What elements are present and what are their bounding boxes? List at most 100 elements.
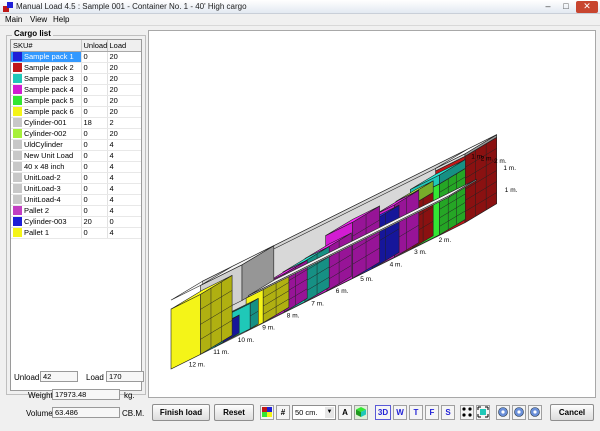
header-load[interactable]: Load bbox=[107, 40, 141, 52]
menu-help[interactable]: Help bbox=[53, 15, 69, 24]
cargo-name-cell[interactable]: Cylinder-002 bbox=[11, 128, 82, 140]
cargo-load-cell[interactable]: 20 bbox=[107, 128, 141, 140]
cargo-load-cell[interactable]: 20 bbox=[107, 84, 141, 96]
view-s-button[interactable]: S bbox=[441, 405, 455, 420]
header-sku[interactable]: SKU# bbox=[11, 40, 82, 52]
cargo-name-cell[interactable]: UnitLoad-3 bbox=[11, 183, 82, 195]
cargo-name: UnitLoad-2 bbox=[24, 172, 61, 182]
fit-view-icon[interactable] bbox=[476, 405, 490, 420]
text-size-button[interactable]: A bbox=[338, 405, 352, 420]
grid-size-select[interactable]: 50 cm. ▼ bbox=[292, 405, 336, 420]
cargo-unload-cell[interactable]: 0 bbox=[81, 51, 108, 63]
cargo-row[interactable]: Pallet 1 04 bbox=[11, 227, 141, 239]
cargo-row[interactable]: Pallet 2 04 bbox=[11, 205, 141, 217]
cargo-load-cell[interactable]: 4 bbox=[107, 139, 141, 151]
cargo-row[interactable]: 40 x 48 inch 0 4 bbox=[11, 161, 141, 173]
maximize-button[interactable]: □ bbox=[558, 1, 574, 13]
cargo-load-cell[interactable]: 4 bbox=[107, 205, 141, 217]
cargo-row[interactable]: Sample pack 4 0 20 bbox=[11, 84, 141, 96]
view-t-button[interactable]: T bbox=[409, 405, 423, 420]
cargo-name-cell[interactable]: Sample pack 1 bbox=[11, 51, 82, 63]
finish-load-button[interactable]: Finish load bbox=[152, 404, 210, 421]
cargo-unload-cell[interactable]: 0 bbox=[81, 227, 108, 239]
cargo-name-cell[interactable]: Sample pack 4 bbox=[11, 84, 82, 96]
cargo-name-cell[interactable]: Pallet 2 bbox=[11, 205, 82, 217]
rotate-center-icon[interactable] bbox=[512, 405, 526, 420]
close-button[interactable]: ✕ bbox=[576, 1, 598, 13]
cargo-load-cell[interactable]: 20 bbox=[107, 106, 141, 118]
rotate-right-icon[interactable] bbox=[528, 405, 542, 420]
cargo-table[interactable]: SKU# Unload Load Sample pack 1 0 20 Sample … bbox=[10, 39, 142, 391]
cargo-row[interactable]: UnitLoad-2 0 4 bbox=[11, 172, 141, 184]
cargo-name-cell[interactable]: Sample pack 2 bbox=[11, 62, 82, 74]
cargo-unload-cell[interactable]: 20 bbox=[81, 216, 108, 228]
cargo-row[interactable]: Sample pack 6 0 20 bbox=[11, 106, 141, 118]
cargo-name-cell[interactable]: New Unit Load bbox=[11, 150, 82, 162]
cargo-load-cell[interactable]: 0 bbox=[107, 216, 141, 228]
cargo-name-cell[interactable]: UnitLoad-4 bbox=[11, 194, 82, 206]
cargo-unload-cell[interactable]: 0 bbox=[81, 161, 108, 173]
cargo-row[interactable]: Cylinder-002 0 20 bbox=[11, 128, 141, 140]
menu-view[interactable]: View bbox=[30, 15, 47, 24]
cargo-unload-cell[interactable]: 0 bbox=[81, 95, 108, 107]
menu-main[interactable]: Main bbox=[5, 15, 22, 24]
cargo-row[interactable]: Sample pack 3 0 20 bbox=[11, 73, 141, 85]
view-f-button[interactable]: F bbox=[425, 405, 439, 420]
cargo-unload-cell[interactable]: 0 bbox=[81, 150, 108, 162]
color-swatch bbox=[13, 107, 22, 116]
dots-icon[interactable] bbox=[460, 405, 474, 420]
cargo-load-cell[interactable]: 4 bbox=[107, 150, 141, 162]
container-3d-view[interactable]: 1 m. 2 m. 2 m. 1 m. 1 m. 2 m. 3 m. 4 m. 5 m. 6 m.… bbox=[148, 30, 596, 398]
cube-icon[interactable] bbox=[354, 405, 368, 420]
cargo-unload-cell[interactable]: 0 bbox=[81, 73, 108, 85]
cargo-row[interactable]: UldCylinder 0 4 bbox=[11, 139, 141, 151]
cargo-unload-cell[interactable]: 0 bbox=[81, 139, 108, 151]
cargo-name-cell[interactable]: Pallet 1 bbox=[11, 227, 82, 239]
cargo-unload-cell[interactable]: 0 bbox=[81, 106, 108, 118]
cargo-row[interactable]: Cylinder-001 18 2 bbox=[11, 117, 141, 129]
cargo-name-cell[interactable]: Cylinder-001 bbox=[11, 117, 82, 129]
cargo-unload-cell[interactable]: 0 bbox=[81, 172, 108, 184]
cargo-load-cell[interactable]: 4 bbox=[107, 183, 141, 195]
cargo-load-cell[interactable]: 4 bbox=[107, 172, 141, 184]
cancel-button[interactable]: Cancel bbox=[550, 404, 594, 421]
cargo-name-cell[interactable]: Sample pack 5 bbox=[11, 95, 82, 107]
cargo-row[interactable]: Sample pack 2 0 20 bbox=[11, 62, 141, 74]
cargo-load-cell[interactable]: 4 bbox=[107, 227, 141, 239]
view-3d-button[interactable]: 3D bbox=[375, 405, 391, 420]
cargo-unload-cell[interactable]: 0 bbox=[81, 84, 108, 96]
view-w-button[interactable]: W bbox=[393, 405, 407, 420]
cargo-load-cell[interactable]: 20 bbox=[107, 62, 141, 74]
container-scene[interactable]: 1 m.2 m. 2 m.1 m.1 m.2 m.3 m.4 m.5 m.6 m.… bbox=[149, 31, 595, 397]
cargo-load-cell[interactable]: 20 bbox=[107, 51, 141, 63]
cargo-unload-cell[interactable]: 0 bbox=[81, 194, 108, 206]
reset-button[interactable]: Reset bbox=[214, 404, 254, 421]
minimize-button[interactable]: – bbox=[540, 1, 556, 13]
cargo-load-cell[interactable]: 20 bbox=[107, 95, 141, 107]
header-unload[interactable]: Unload bbox=[81, 40, 108, 52]
cargo-load-cell[interactable]: 4 bbox=[107, 161, 141, 173]
color-palette-icon[interactable] bbox=[260, 405, 274, 420]
cargo-name-cell[interactable]: Sample pack 3 bbox=[11, 73, 82, 85]
cargo-name-cell[interactable]: Cylinder-003 bbox=[11, 216, 82, 228]
cargo-unload-cell[interactable]: 0 bbox=[81, 183, 108, 195]
cargo-unload-cell[interactable]: 0 bbox=[81, 205, 108, 217]
cargo-load-cell[interactable]: 2 bbox=[107, 117, 141, 129]
cargo-unload-cell[interactable]: 0 bbox=[81, 128, 108, 140]
rotate-left-icon[interactable] bbox=[496, 405, 510, 420]
cargo-row[interactable]: Sample pack 5 0 20 bbox=[11, 95, 141, 107]
cargo-unload-cell[interactable]: 18 bbox=[81, 117, 108, 129]
grid-icon[interactable]: # bbox=[276, 405, 290, 420]
cargo-name-cell[interactable]: UnitLoad-2 bbox=[11, 172, 82, 184]
cargo-row[interactable]: Cylinder-003 20 0 bbox=[11, 216, 141, 228]
cargo-load-cell[interactable]: 20 bbox=[107, 73, 141, 85]
cargo-name-cell[interactable]: UldCylinder bbox=[11, 139, 82, 151]
cargo-name-cell[interactable]: 40 x 48 inch bbox=[11, 161, 82, 173]
cargo-unload-cell[interactable]: 0 bbox=[81, 62, 108, 74]
cargo-row[interactable]: Sample pack 1 0 20 bbox=[11, 51, 141, 63]
cargo-row[interactable]: New Unit Load 0 4 bbox=[11, 150, 141, 162]
cargo-row[interactable]: UnitLoad-4 0 4 bbox=[11, 194, 141, 206]
cargo-row[interactable]: UnitLoad-3 0 4 bbox=[11, 183, 141, 195]
cargo-name-cell[interactable]: Sample pack 6 bbox=[11, 106, 82, 118]
cargo-load-cell[interactable]: 4 bbox=[107, 194, 141, 206]
